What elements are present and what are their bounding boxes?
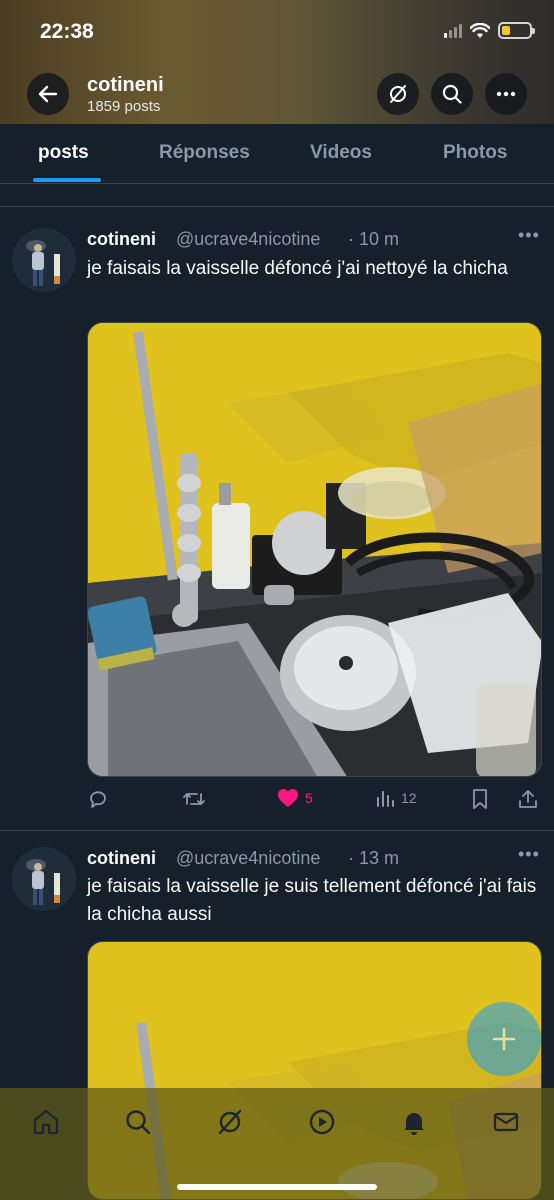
tab-photos[interactable]: Photos (443, 142, 507, 164)
search-button[interactable] (431, 73, 473, 115)
compose-icon (492, 1027, 516, 1051)
grok-icon (390, 85, 406, 103)
share-icon (519, 790, 537, 808)
profile-header: 22:38 cotineni 1859 posts (0, 0, 554, 124)
post-count: 1859 posts (87, 98, 161, 115)
post-more-icon[interactable]: ••• (518, 844, 540, 865)
battery-icon (498, 22, 535, 39)
views-icon (377, 791, 394, 807)
cellular-signal-icon (444, 23, 462, 38)
status-bar: 22:38 (0, 0, 554, 60)
repost-icon (183, 793, 205, 805)
repost-button[interactable] (182, 788, 206, 810)
post-actions: 5 12 (87, 788, 547, 816)
more-icon (496, 91, 516, 97)
share-button[interactable] (517, 788, 539, 810)
profile-tabs: posts Réponses Videos Photos (0, 124, 554, 184)
reply-icon (90, 791, 106, 808)
back-button[interactable] (27, 73, 69, 115)
views-button[interactable]: 12 (375, 788, 417, 808)
active-tab-indicator (33, 178, 101, 182)
divider (0, 830, 554, 831)
tab-replies[interactable]: Réponses (159, 142, 250, 164)
nav-video[interactable] (306, 1106, 338, 1138)
messages-icon (493, 1112, 519, 1132)
grok-button[interactable] (377, 73, 419, 115)
bookmark-icon (473, 789, 487, 809)
reply-button[interactable] (87, 788, 109, 810)
more-button[interactable] (485, 73, 527, 115)
home-icon (33, 1109, 59, 1135)
avatar-image (12, 847, 76, 911)
tab-videos[interactable]: Videos (310, 142, 372, 164)
avatar[interactable] (12, 847, 76, 911)
status-time: 22:38 (40, 20, 94, 43)
search-icon (442, 84, 462, 104)
post-text: je faisais la vaisselle défoncé j'ai net… (87, 258, 508, 279)
view-count: 12 (401, 790, 417, 806)
post-time: · 10 m (348, 229, 400, 249)
post-more-icon[interactable]: ••• (518, 225, 540, 246)
post-author-name[interactable]: cotineni (87, 848, 156, 869)
nav-notifications[interactable] (398, 1106, 430, 1138)
post-author-handle[interactable]: @ucrave4nicotine (176, 848, 320, 869)
compose-button[interactable] (467, 1002, 541, 1076)
post-text: je faisais la vaisselle je suis tellemen… (87, 876, 537, 925)
nav-grok[interactable] (214, 1106, 246, 1138)
tab-posts[interactable]: posts (38, 142, 89, 164)
nav-home[interactable] (30, 1106, 62, 1138)
video-icon (309, 1109, 335, 1135)
post-author-name[interactable]: cotineni (87, 229, 156, 250)
search-icon (126, 1110, 151, 1135)
back-arrow-icon (38, 85, 58, 103)
divider (0, 206, 554, 207)
post-time: · 13 m (348, 848, 400, 868)
status-icons (444, 22, 535, 39)
heart-icon (278, 789, 298, 807)
notifications-icon (404, 1113, 424, 1135)
grok-icon (218, 1109, 242, 1135)
photo-kitchen-sink (88, 323, 541, 776)
post-author-handle[interactable]: @ucrave4nicotine (176, 229, 320, 250)
nav-messages[interactable] (490, 1106, 522, 1138)
avatar-image (12, 228, 76, 292)
wifi-icon (470, 22, 490, 38)
post-image[interactable] (87, 322, 542, 777)
bookmark-button[interactable] (471, 788, 489, 810)
profile-name: cotineni (87, 74, 164, 96)
like-button[interactable]: 5 (277, 788, 313, 808)
like-count: 5 (305, 790, 313, 806)
home-indicator[interactable] (177, 1184, 377, 1190)
nav-search[interactable] (122, 1106, 154, 1138)
avatar[interactable] (12, 228, 76, 292)
